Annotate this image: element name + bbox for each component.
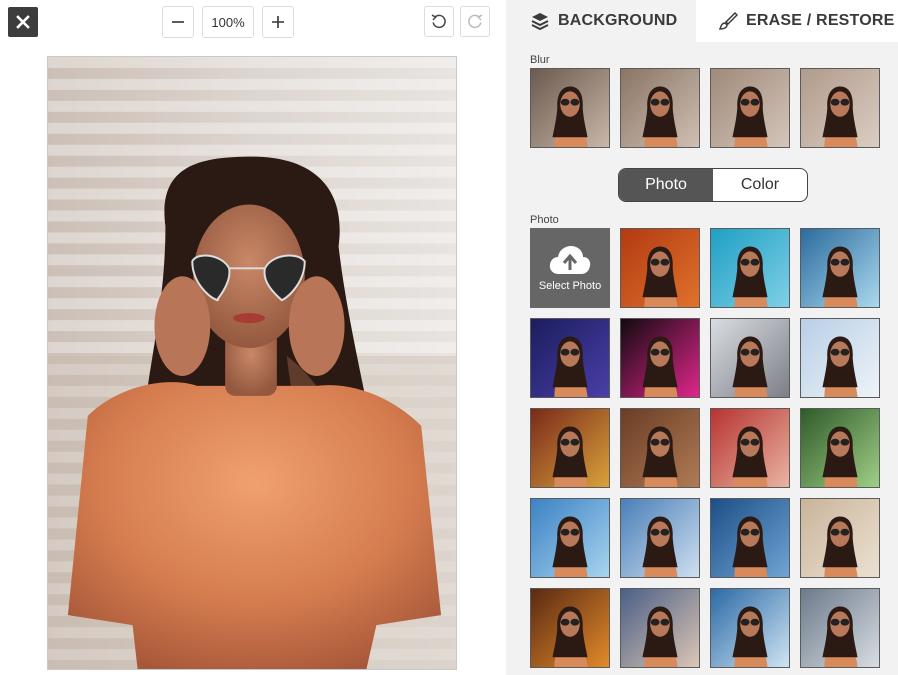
background-thumb-red-bokeh[interactable] <box>710 408 790 488</box>
thumbnail-image <box>711 229 789 307</box>
thumbnail-image <box>801 409 879 487</box>
background-thumb-green-leaves[interactable] <box>800 408 880 488</box>
history-controls <box>424 6 490 37</box>
background-thumb-coastline[interactable] <box>710 588 790 668</box>
toggle-color[interactable]: Color <box>713 169 807 201</box>
zoom-out-button[interactable] <box>162 6 194 38</box>
tab-erase-restore-label: ERASE / RESTORE <box>746 12 895 29</box>
thumbnail-image <box>801 499 879 577</box>
portrait-photo <box>48 57 456 669</box>
undo-icon <box>431 13 446 28</box>
background-thumb-city-skyline[interactable] <box>800 588 880 668</box>
background-thumb-sky-clouds[interactable] <box>620 498 700 578</box>
zoom-level: 100% <box>202 6 254 38</box>
layers-icon <box>531 13 549 31</box>
thumbnail-image <box>711 589 789 667</box>
thumbnail-image <box>711 409 789 487</box>
zoom-in-button[interactable] <box>262 6 294 38</box>
thumbnail-image <box>801 589 879 667</box>
panel-tabs: BACKGROUND ERASE / RESTORE <box>506 0 898 42</box>
thumbnail-image <box>621 229 699 307</box>
background-thumb-beach[interactable] <box>710 228 790 308</box>
select-photo-label: Select Photo <box>538 280 602 292</box>
undo-button[interactable] <box>424 6 454 37</box>
redo-icon <box>468 13 483 28</box>
thumbnail-image <box>801 319 879 397</box>
background-thumb-colorful-stripes[interactable] <box>530 408 610 488</box>
background-thumb-dark-blue-lights[interactable] <box>530 318 610 398</box>
select-photo-button[interactable]: Select Photo <box>530 228 610 308</box>
blur-option-4[interactable] <box>800 68 880 148</box>
thumbnail-image <box>531 69 609 147</box>
background-thumb-pink-neon-lights[interactable] <box>620 318 700 398</box>
thumbnail-image <box>801 229 879 307</box>
background-thumb-autumn-leaves[interactable] <box>620 228 700 308</box>
photo-color-toggle: Photo Color <box>618 168 808 202</box>
toggle-photo[interactable]: Photo <box>619 169 713 201</box>
close-icon <box>16 15 30 29</box>
redo-button[interactable] <box>460 6 490 37</box>
thumbnail-image <box>711 499 789 577</box>
photo-label: Photo <box>530 214 559 226</box>
background-thumb-blue-ocean[interactable] <box>710 498 790 578</box>
thumbnail-image <box>621 69 699 147</box>
tab-background-label: BACKGROUND <box>558 12 678 29</box>
background-thumb-palm-trees[interactable] <box>530 498 610 578</box>
background-thumb-city-bridge[interactable] <box>620 588 700 668</box>
close-button[interactable] <box>8 7 38 37</box>
minus-icon <box>172 21 184 23</box>
settings-panel: BACKGROUND ERASE / RESTORE Blur Photo Co… <box>506 0 898 675</box>
background-thumb-sunset[interactable] <box>530 588 610 668</box>
thumbnail-image <box>531 319 609 397</box>
background-thumb-winter-sky[interactable] <box>800 318 880 398</box>
thumbnail-image <box>531 589 609 667</box>
thumbnail-image <box>801 69 879 147</box>
background-thumb-wooden-slats[interactable] <box>620 408 700 488</box>
thumbnail-image <box>531 409 609 487</box>
brush-icon <box>718 11 738 30</box>
cloud-upload-icon <box>549 246 591 274</box>
plus-icon <box>272 16 284 28</box>
tab-erase-restore[interactable]: ERASE / RESTORE <box>696 0 898 42</box>
thumbnail-image <box>531 499 609 577</box>
thumbnail-image <box>711 319 789 397</box>
blur-option-1[interactable] <box>530 68 610 148</box>
blur-label: Blur <box>530 54 550 66</box>
background-thumb-island-sea[interactable] <box>800 228 880 308</box>
background-thumb-bare-trees[interactable] <box>710 318 790 398</box>
thumbnail-image <box>621 499 699 577</box>
background-thumb-tan-wall[interactable] <box>800 498 880 578</box>
zoom-controls: 100% <box>162 6 294 38</box>
thumbnail-image <box>711 69 789 147</box>
blur-option-2[interactable] <box>620 68 700 148</box>
thumbnail-image <box>621 409 699 487</box>
blur-option-3[interactable] <box>710 68 790 148</box>
editing-canvas[interactable] <box>47 56 457 670</box>
thumbnail-image <box>621 589 699 667</box>
thumbnail-image <box>621 319 699 397</box>
tab-background[interactable]: BACKGROUND <box>506 0 696 42</box>
